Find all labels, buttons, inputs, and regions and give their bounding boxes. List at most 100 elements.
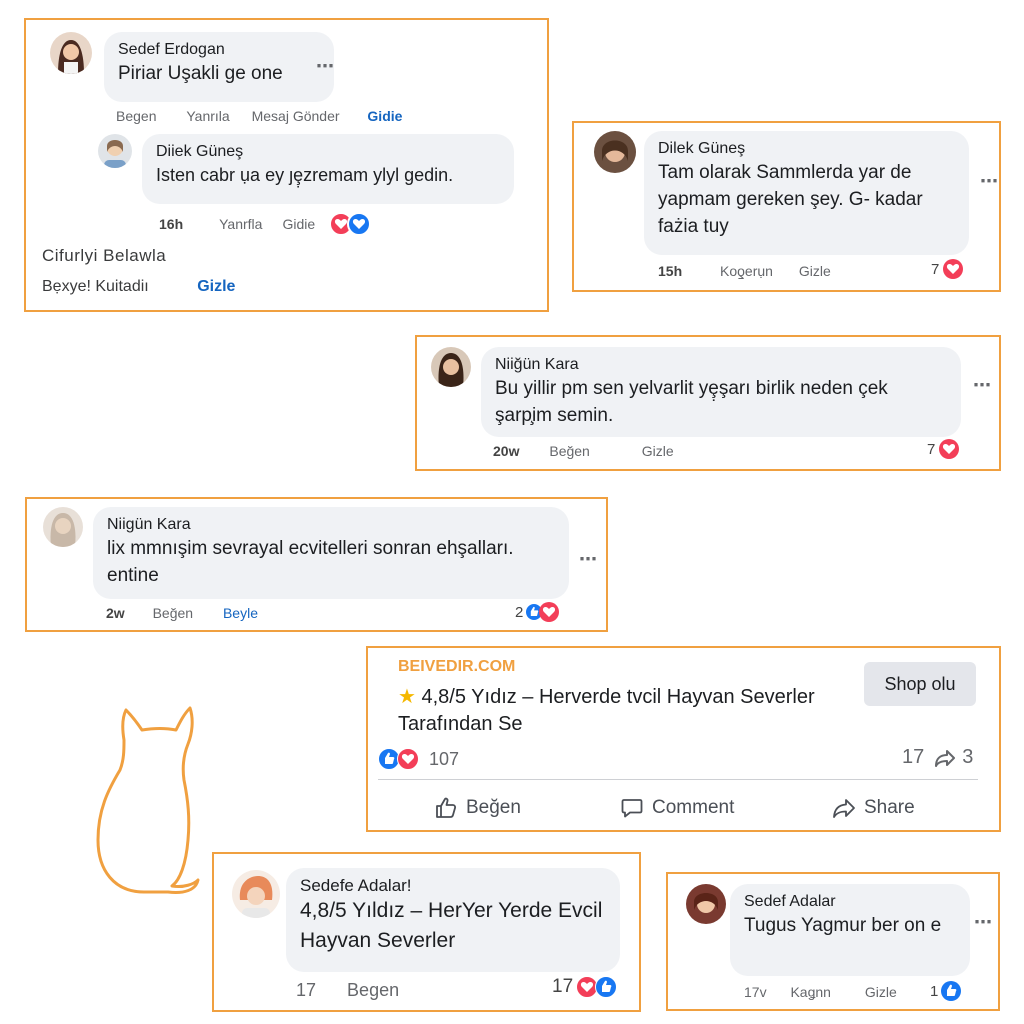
comment-time: 20w xyxy=(493,443,520,459)
reaction-summary[interactable]: 1 xyxy=(930,981,962,1001)
comment-action-button[interactable]: Comment xyxy=(620,796,734,820)
comment-card-2: Dilek Güneş Tam olarak Sammlerda yar de … xyxy=(572,121,1001,292)
reply-text: Isten cabr ụa ey ȷȩ̣zremam ylyl gedin. xyxy=(156,165,454,185)
avatar[interactable] xyxy=(686,884,726,924)
comment-author[interactable]: Niigün Kara xyxy=(107,515,555,535)
more-options-icon[interactable]: ⋯ xyxy=(579,549,598,570)
divider xyxy=(378,779,978,780)
heart-reaction-icon xyxy=(939,439,960,459)
comment-author[interactable]: Sedef Adalar xyxy=(744,892,956,912)
like-action-button[interactable]: Beğen xyxy=(434,796,521,820)
heart-reaction-icon xyxy=(943,259,964,279)
like-reaction-icon xyxy=(595,976,618,998)
comment-bubble: Sedef Erdogan Piriar Uşakli ge one xyxy=(104,32,334,102)
send-message-link[interactable]: Mesaj Gönder xyxy=(252,108,340,124)
comment-time: 15h xyxy=(658,263,683,279)
reaction-count: 107 xyxy=(429,748,460,769)
comment-actions: 15h Koƍerụn Gizle xyxy=(658,263,831,279)
collapsed-reply-line: Bẹxye! Kuitadiı Gizle xyxy=(42,278,235,296)
reply-link[interactable]: Koƍerụn xyxy=(720,263,773,279)
reaction-count: 1 xyxy=(930,982,939,1000)
hide-link[interactable]: Gizle xyxy=(865,984,897,1000)
hide-link[interactable]: Gidie xyxy=(282,216,315,232)
comment-time: 17v xyxy=(744,984,767,1000)
like-link[interactable]: Begen xyxy=(116,108,156,124)
comment-author[interactable]: Dilek Güneş xyxy=(658,139,955,159)
comment-time: 2w xyxy=(106,605,125,621)
shop-now-button[interactable]: Shop olu xyxy=(864,662,976,706)
hide-link[interactable]: Gizle xyxy=(197,278,235,295)
more-options-icon[interactable]: ⋯ xyxy=(974,912,993,933)
like-link[interactable]: Begen xyxy=(347,980,399,1001)
reaction-summary[interactable]: 17 xyxy=(552,976,618,998)
comment-author[interactable]: Sedefe Adalar! xyxy=(300,876,606,896)
like-link[interactable]: Beğen xyxy=(153,605,193,621)
comment-text: lix mmnışim sevrayal ecvitelleri sonran … xyxy=(107,538,514,586)
comment-action-label: Comment xyxy=(652,797,735,818)
comment-bubble: Sedef Adalar Tugus Yagmur ber on e xyxy=(730,884,970,976)
share-arrow-icon xyxy=(935,749,956,767)
reaction-summary[interactable]: 7 xyxy=(931,259,964,279)
reply-time: 16h xyxy=(159,216,184,232)
more-options-icon[interactable]: ⋯ xyxy=(980,171,999,192)
ad-headline-row[interactable]: ★ 4,8/5 Yıdız – Herverde tvcil Hayvan Se… xyxy=(398,684,848,738)
hide-link[interactable]: Gidie xyxy=(367,108,402,124)
hide-link[interactable]: Gizle xyxy=(642,443,674,459)
comment-text: Bu yillir pm sen yelvarlit yȩ̣şarı birli… xyxy=(495,378,888,426)
share-action-label: Share xyxy=(864,797,915,818)
ad-headline: 4,8/5 Yıdız – Herverde tvcil Hayvan Seve… xyxy=(398,686,815,735)
thumbs-up-icon xyxy=(436,797,457,818)
reply-link[interactable]: Kaǥnn xyxy=(790,984,830,1000)
reply-link[interactable]: Yanrfla xyxy=(219,216,262,232)
avatar[interactable] xyxy=(50,32,92,74)
comment-card-7: Sedef Adalar Tugus Yagmur ber on e ⋯ 17v… xyxy=(666,872,1000,1011)
reply-actions: 16h Yanrfla Gidie xyxy=(159,212,372,236)
comment-card-4: Niigün Kara lix mmnışim sevrayal ecvitel… xyxy=(25,497,608,632)
shares-count[interactable]: 3 xyxy=(962,746,973,769)
reaction-summary[interactable]: 2 xyxy=(515,602,560,622)
reply-link[interactable]: Yanrıla xyxy=(186,108,229,124)
comment-bubble: Niigün Kara lix mmnışim sevrayal ecvitel… xyxy=(93,507,569,599)
reaction-summary[interactable]: 107 xyxy=(378,748,459,770)
comment-bubble: Dilek Güneş Tam olarak Sammlerda yar de … xyxy=(644,131,969,255)
comment-text: 4,8/5 Yıldız – HerYer Yerde Evcil Hayvan… xyxy=(300,899,603,952)
comment-text: Piriar Uşakli ge one xyxy=(118,63,283,84)
star-icon: ★ xyxy=(398,686,416,708)
comment-author[interactable]: Sedef Erdogan xyxy=(118,40,320,60)
avatar[interactable] xyxy=(232,870,280,918)
reply-author[interactable]: Diiek Güneş xyxy=(156,142,500,162)
avatar[interactable] xyxy=(594,131,636,173)
comment-card-3: Niiğün Kara Bu yillir pm sen yelvarlit y… xyxy=(415,335,1001,471)
collapsed-reply-line[interactable]: Cifurlyi Belawla xyxy=(42,246,166,266)
comment-bubble: Sedefe Adalar! 4,8/5 Yıldız – HerYer Yer… xyxy=(286,868,620,972)
reaction-summary[interactable]: 7 xyxy=(927,439,960,459)
cat-outline-illustration xyxy=(96,706,200,894)
avatar[interactable] xyxy=(431,347,471,387)
share-action-button[interactable]: Share xyxy=(832,796,915,820)
more-options-icon[interactable]: ⋯ xyxy=(316,56,335,77)
hide-link[interactable]: Gizle xyxy=(799,263,831,279)
comment-text: Tam olarak Sammlerda yar de yapmam gerek… xyxy=(658,162,923,237)
reaction-count: 2 xyxy=(515,603,524,621)
comment-icon xyxy=(621,799,643,818)
more-options-icon[interactable]: ⋯ xyxy=(973,375,992,396)
comment-text: Tugus Yagmur ber on e xyxy=(744,915,942,936)
comment-author[interactable]: Niiğün Kara xyxy=(495,355,947,375)
collapsed-reply-text[interactable]: Bẹxye! Kuitadiı xyxy=(42,278,149,295)
like-link[interactable]: Beğen xyxy=(549,443,589,459)
comment-actions: 20w Beğen Gizle xyxy=(493,443,674,459)
comment-actions: Begen Yanrıla Mesaj Gönder Gidie xyxy=(116,108,402,124)
comment-bubble: Niiğün Kara Bu yillir pm sen yelvarlit y… xyxy=(481,347,961,437)
comment-time: 17 xyxy=(296,980,317,1000)
avatar[interactable] xyxy=(98,134,132,168)
reaction-count: 7 xyxy=(927,440,936,458)
like-action-label: Beğen xyxy=(466,797,521,818)
reaction-count: 17 xyxy=(552,976,574,997)
comment-actions: 2w Beğen Beyle xyxy=(106,605,258,621)
sponsored-ad-card: BEIVEDIR.COM ★ 4,8/5 Yıdız – Herverde tv… xyxy=(366,646,1001,832)
comments-count[interactable]: 17 xyxy=(902,746,924,769)
ad-domain[interactable]: BEIVEDIR.COM xyxy=(398,658,515,676)
reply-link[interactable]: Beyle xyxy=(223,605,258,621)
engagement-counts: 17 3 xyxy=(902,746,973,769)
avatar[interactable] xyxy=(43,507,83,547)
